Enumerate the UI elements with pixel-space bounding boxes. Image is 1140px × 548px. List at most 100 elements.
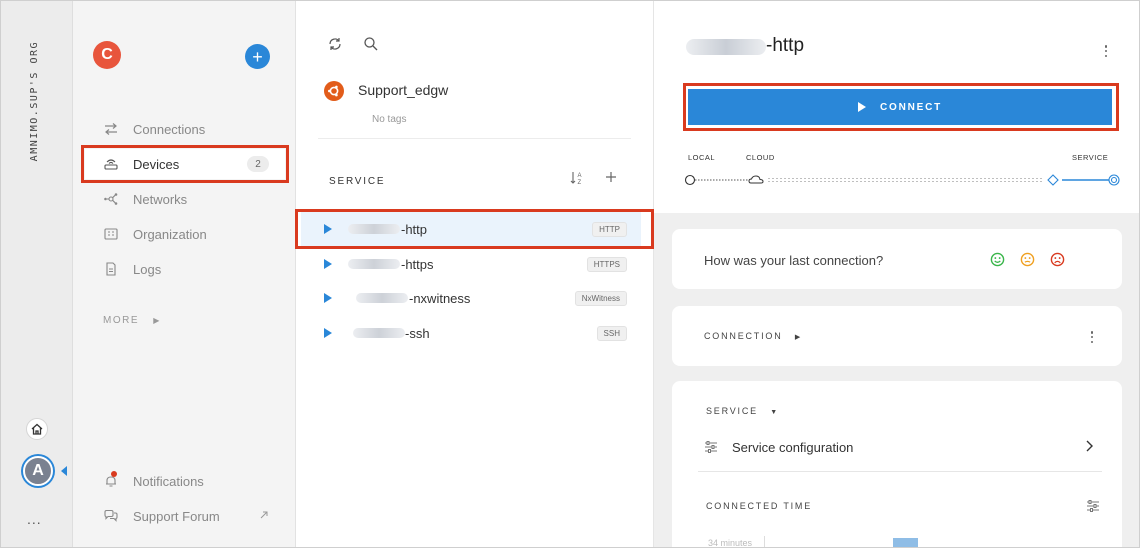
chart-axis [764,536,765,547]
chevron-down-icon: ▼ [770,409,779,416]
service-row-nxwitness[interactable]: -nxwitness NxWitness [301,281,641,315]
chevron-right-icon[interactable] [1084,439,1094,456]
device-tags: No tags [372,114,407,125]
refresh-icon [329,38,341,50]
svg-text:A: A [578,173,582,179]
building-icon [103,226,119,242]
service-type-tag: HTTPS [586,256,627,272]
minutes-axis-label: 34 minutes [708,538,753,548]
cloud-tunnel [768,178,1044,182]
service-tools: AZ [570,170,618,189]
network-nodes-icon [103,191,119,207]
redacted-prefix [356,293,408,303]
device-name[interactable]: Support_edgw [358,82,448,98]
add-service-button[interactable] [604,170,618,189]
sidebar-item-label: Organization [133,226,207,242]
route-local-label: LOCAL [688,153,716,162]
service-name: -ssh [405,325,430,341]
sidebar-item-support-forum[interactable]: Support Forum [85,501,285,531]
search-button[interactable] [362,35,380,53]
document-icon [103,261,119,277]
connection-header[interactable]: CONNECTION ▶ [704,331,802,341]
connected-time-label: CONNECTED TIME [706,501,813,511]
more-vert-icon[interactable] [1100,43,1112,59]
sort-button[interactable]: AZ [570,170,584,189]
service-header[interactable]: SERVICE ▼ [706,406,779,416]
route-cloud-label: CLOUD [746,153,775,162]
service-name: -nxwitness [409,290,471,306]
org-name[interactable]: AMNIMO.SUP'S ORG [29,41,40,161]
play-icon[interactable] [324,293,332,303]
route-service-label: SERVICE [1072,153,1109,162]
sliders-icon [704,440,718,457]
play-icon[interactable] [324,328,332,338]
search-icon [364,37,378,51]
sidebar-item-notifications[interactable]: Notifications [85,466,285,496]
refresh-button[interactable] [326,35,344,53]
home-icon [31,423,43,435]
service-configuration-link[interactable]: Service configuration [732,440,853,455]
sort-az-icon: AZ [570,172,582,186]
service-section-header: SERVICE [329,176,386,187]
devices-highlight-box [81,145,289,183]
org-rail: AMNIMO.SUP'S ORG A ... [1,1,73,547]
connection-label: CONNECTION [704,331,783,341]
feedback-question: How was your last connection? [704,253,884,268]
service-card: SERVICE ▼ Service configuration CONNECTE… [672,381,1122,548]
plus-icon [606,172,616,182]
svg-text:Z: Z [578,180,582,186]
service-type-tag: SSH [596,325,627,341]
home-button[interactable] [26,418,48,440]
divider [318,138,631,139]
sad-face-icon[interactable] [1050,252,1065,267]
chat-icon [103,508,119,524]
service-name: -https [401,256,434,272]
connect-highlight-box [683,83,1119,131]
more-menu-toggle[interactable]: MORE ▶ [103,315,161,326]
redacted-prefix [348,259,400,269]
local-node [684,174,696,186]
service-row-https[interactable]: -https HTTPS [301,247,641,281]
redacted-prefix [686,39,766,55]
route-diagram [684,174,1120,186]
feedback-card: How was your last connection? [672,229,1122,289]
account-avatar[interactable]: A [23,456,53,486]
service-type-tag: NxWitness [574,290,627,306]
service-title: -http [766,35,805,56]
sidebar-item-label: Support Forum [133,508,220,524]
neutral-face-icon[interactable] [1020,252,1035,267]
swap-arrows-icon [103,121,119,137]
external-link-icon [259,508,269,523]
sidebar-item-label: Logs [133,261,162,277]
active-account-caret [61,466,67,476]
more-options[interactable]: ... [27,511,42,527]
sidebar-item-organization[interactable]: Organization [85,219,285,249]
add-button[interactable]: + [245,44,270,69]
sidebar-nav: C + Connections Devices 2 Networks Organ… [73,1,296,547]
cloud-icon [748,175,764,184]
sliders-icon[interactable] [1086,499,1100,516]
sidebar-item-connections[interactable]: Connections [85,114,285,144]
app-window: AMNIMO.SUP'S ORG A ... C + Connections D… [0,0,1140,548]
service-node-inner [1110,176,1118,184]
redacted-prefix [353,328,405,338]
service-label: SERVICE [706,406,758,416]
sidebar-item-label: Networks [133,191,188,207]
notification-dot [111,471,117,477]
happy-face-icon[interactable] [990,252,1005,267]
divider [698,471,1102,472]
bell-icon [103,471,119,489]
service-row-ssh[interactable]: -ssh SSH [301,316,641,350]
sidebar-item-logs[interactable]: Logs [85,254,285,284]
more-vert-icon[interactable] [1086,329,1098,345]
user-avatar[interactable]: C [93,41,121,69]
play-icon[interactable] [324,259,332,269]
more-label: MORE [103,315,139,326]
chevron-right-icon: ▶ [794,334,802,341]
device-service-list: Support_edgw No tags SERVICE AZ -http HT… [296,1,654,547]
chevron-right-icon: ▶ [153,316,161,325]
sidebar-item-networks[interactable]: Networks [85,184,285,214]
connection-card[interactable]: CONNECTION ▶ [672,306,1122,366]
ubuntu-icon [324,81,344,101]
sidebar-item-label: Connections [133,121,206,137]
